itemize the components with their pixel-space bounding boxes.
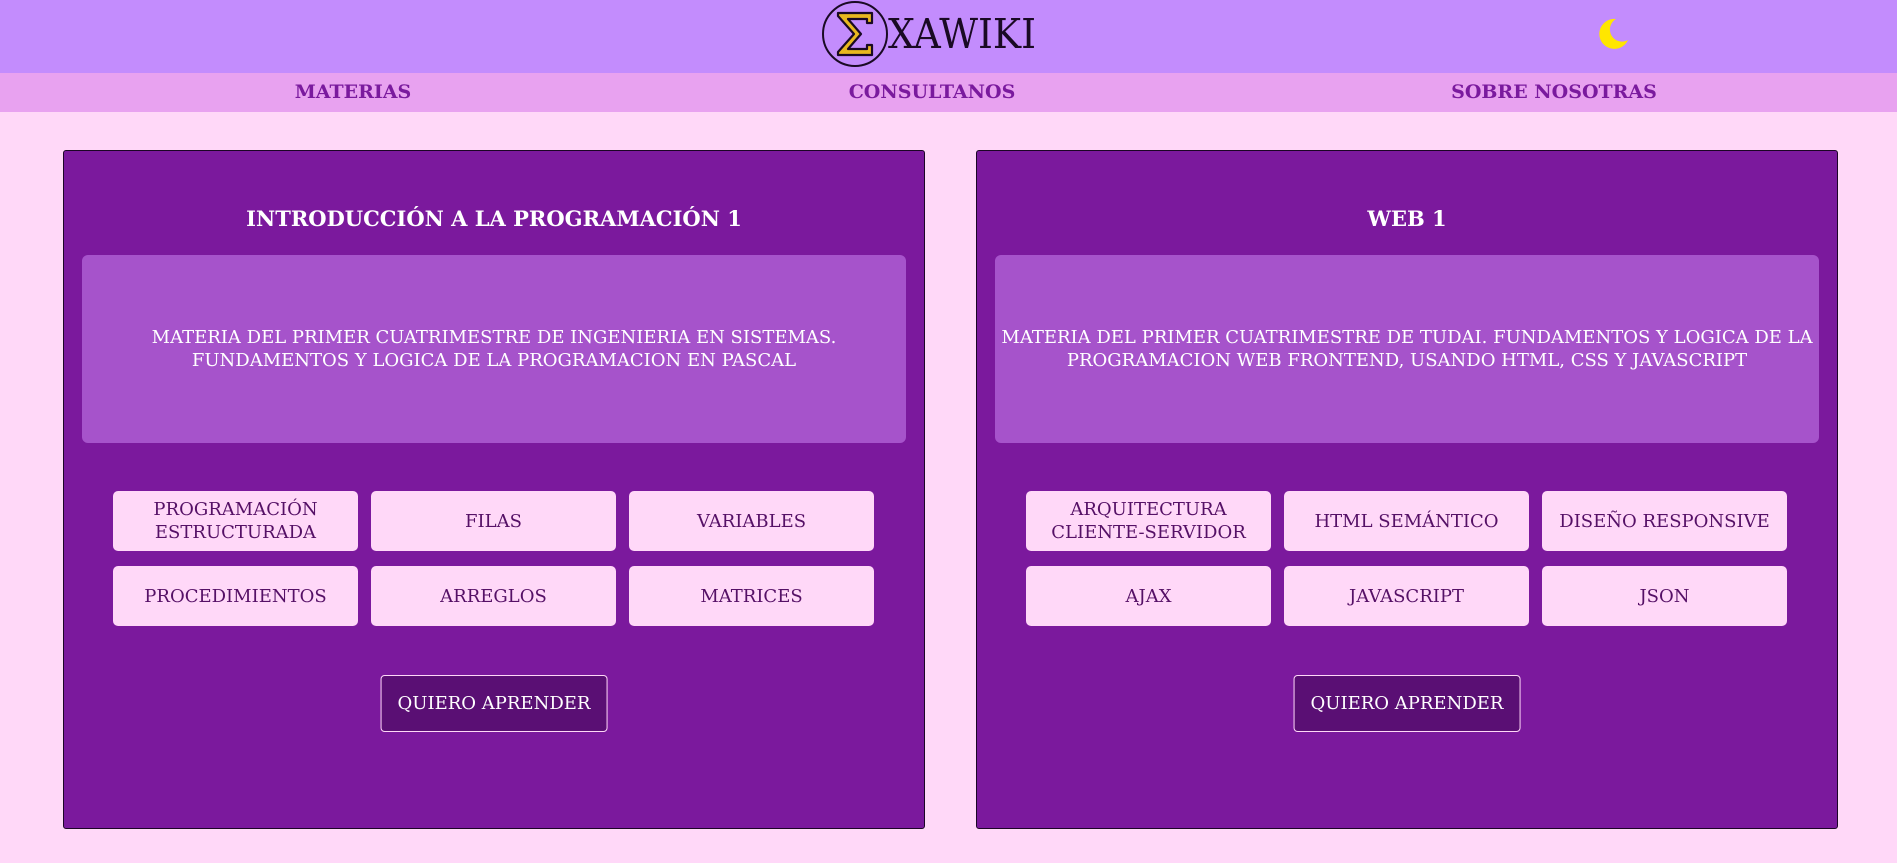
topic-button-variables[interactable]: VARIABLES <box>629 491 874 551</box>
nav-item-consultanos[interactable]: CONSULTANOS <box>849 73 1016 112</box>
quiero-aprender-button[interactable]: QUIERO APRENDER <box>1293 675 1521 732</box>
topic-button-javascript[interactable]: JAVASCRIPT <box>1284 566 1529 626</box>
nav-item-sobre-nosotras[interactable]: SOBRE NOSOTRAS <box>1451 73 1657 112</box>
site-header: XAWIKI <box>0 0 1897 73</box>
course-card-web-1: WEB 1 MATERIA DEL PRIMER CUATRIMESTRE DE… <box>976 150 1838 829</box>
nav-item-materias[interactable]: MATERIAS <box>295 73 412 112</box>
topic-button-matrices[interactable]: MATRICES <box>629 566 874 626</box>
main-nav: MATERIAS CONSULTANOS SOBRE NOSOTRAS <box>0 73 1897 112</box>
course-card-intro-programacion: INTRODUCCIÓN A LA PROGRAMACIÓN 1 MATERIA… <box>63 150 925 829</box>
topic-button-arquitectura-cliente-servidor[interactable]: ARQUITECTURA CLIENTE-SERVIDOR <box>1026 491 1271 551</box>
topic-list: PROGRAMACIÓN ESTRUCTURADA FILAS VARIABLE… <box>113 491 877 626</box>
topic-button-json[interactable]: JSON <box>1542 566 1787 626</box>
topic-button-filas[interactable]: FILAS <box>371 491 616 551</box>
topic-button-arreglos[interactable]: ARREGLOS <box>371 566 616 626</box>
topic-list: ARQUITECTURA CLIENTE-SERVIDOR HTML SEMÁN… <box>1026 491 1790 626</box>
topic-button-diseno-responsive[interactable]: DISEÑO RESPONSIVE <box>1542 491 1787 551</box>
topic-button-html-semantico[interactable]: HTML SEMÁNTICO <box>1284 491 1529 551</box>
card-description: MATERIA DEL PRIMER CUATRIMESTRE DE TUDAI… <box>995 255 1819 443</box>
card-title: INTRODUCCIÓN A LA PROGRAMACIÓN 1 <box>246 206 742 231</box>
sigma-icon <box>822 1 888 67</box>
logo-text: XAWIKI <box>888 9 1036 58</box>
quiero-aprender-button[interactable]: QUIERO APRENDER <box>380 675 608 732</box>
card-description: MATERIA DEL PRIMER CUATRIMESTRE DE INGEN… <box>82 255 906 443</box>
moon-icon[interactable] <box>1594 16 1630 56</box>
topic-button-programacion-estructurada[interactable]: PROGRAMACIÓN ESTRUCTURADA <box>113 491 358 551</box>
site-logo[interactable]: XAWIKI <box>822 0 1049 68</box>
topic-button-ajax[interactable]: AJAX <box>1026 566 1271 626</box>
card-title: WEB 1 <box>1367 206 1447 231</box>
topic-button-procedimientos[interactable]: PROCEDIMIENTOS <box>113 566 358 626</box>
